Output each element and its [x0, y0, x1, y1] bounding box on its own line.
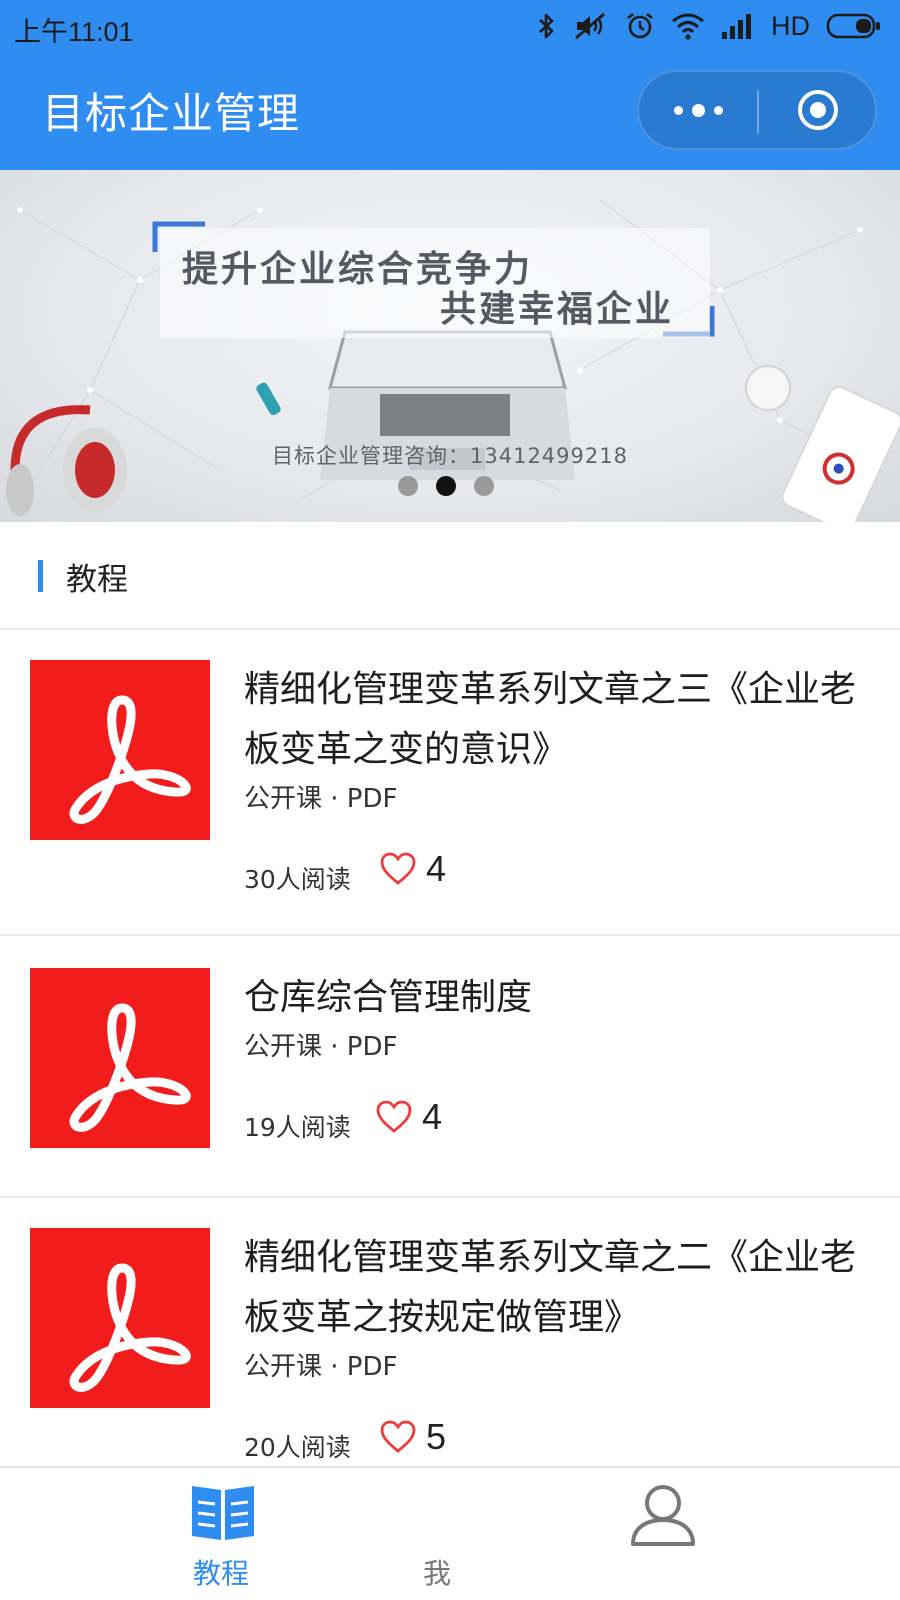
alarm-icon — [627, 12, 653, 39]
banner-slogan-line2: 共建幸福企业 — [440, 289, 675, 330]
section-accent-bar — [38, 560, 43, 592]
status-icons: HD — [537, 10, 882, 42]
mute-icon — [575, 12, 605, 40]
battery-icon — [826, 13, 880, 39]
nav-bar: 目标企业管理 — [0, 52, 900, 170]
pdf-icon — [30, 1228, 210, 1408]
phone-illustration — [781, 386, 900, 522]
carousel-indicators — [398, 476, 494, 496]
bottom-tab-bar: 教程 我 — [0, 1466, 900, 1600]
tab-label-me: 我 — [422, 1557, 451, 1590]
status-bar: 上午11:01 HD — [0, 0, 900, 52]
usb-illustration — [256, 382, 281, 416]
nav-title: 目标企业管理 — [42, 89, 301, 138]
section-title: 教程 — [66, 562, 128, 598]
article-item[interactable]: 精细化管理变革系列文章之三《企业老板变革之变的意识》 公开课 · PDF 30人… — [0, 630, 900, 936]
carousel-dot-active[interactable] — [436, 476, 456, 496]
network-type: HD — [771, 10, 810, 41]
status-time: 上午11:01 — [14, 17, 134, 47]
pdf-icon — [30, 660, 210, 840]
like-count: 4 — [422, 1096, 443, 1137]
capsule-menu — [637, 70, 877, 150]
article-meta: 公开课 · PDF — [244, 1352, 398, 1382]
banner-carousel[interactable]: 提升企业综合竞争力 共建幸福企业 目标企业管理咨询：13412499218 — [0, 170, 900, 522]
close-miniprogram-icon[interactable] — [759, 72, 877, 148]
read-count: 19人阅读 — [244, 1113, 351, 1142]
carousel-dot[interactable] — [474, 476, 494, 496]
wifi-icon — [672, 13, 704, 40]
heart-icon[interactable] — [380, 1420, 416, 1454]
read-count: 20人阅读 — [244, 1433, 351, 1462]
signal-icon — [722, 14, 751, 39]
like-count: 5 — [426, 1416, 447, 1457]
pdf-icon — [30, 968, 210, 1148]
book-icon — [192, 1486, 254, 1540]
carousel-dot[interactable] — [398, 476, 418, 496]
article-meta: 公开课 · PDF — [244, 784, 398, 814]
top-bar: 上午11:01 HD 目标企业管理 — [0, 0, 900, 170]
article-item[interactable]: 精细化管理变革系列文章之二《企业老板变革之按规定做管理》 公开课 · PDF 2… — [0, 1198, 900, 1466]
bluetooth-icon — [539, 13, 554, 39]
article-meta: 公开课 · PDF — [244, 1032, 398, 1062]
article-title[interactable]: 仓库综合管理制度 — [244, 968, 864, 1028]
read-count: 30人阅读 — [244, 865, 351, 894]
heart-icon[interactable] — [376, 1100, 412, 1134]
article-title[interactable]: 精细化管理变革系列文章之三《企业老板变革之变的意识》 — [244, 660, 864, 780]
article-item[interactable]: 仓库综合管理制度 公开课 · PDF 19人阅读 4 — [0, 938, 900, 1198]
user-icon — [631, 1485, 695, 1546]
more-icon[interactable] — [639, 72, 757, 148]
article-title[interactable]: 精细化管理变革系列文章之二《企业老板变革之按规定做管理》 — [244, 1228, 864, 1348]
banner-consult-text: 目标企业管理咨询：13412499218 — [272, 444, 628, 468]
tab-me[interactable]: 我 — [423, 1468, 900, 1600]
heart-icon[interactable] — [380, 852, 416, 886]
headphones-illustration — [6, 405, 127, 516]
section-header: 教程 — [0, 522, 900, 630]
like-count: 4 — [426, 848, 447, 889]
